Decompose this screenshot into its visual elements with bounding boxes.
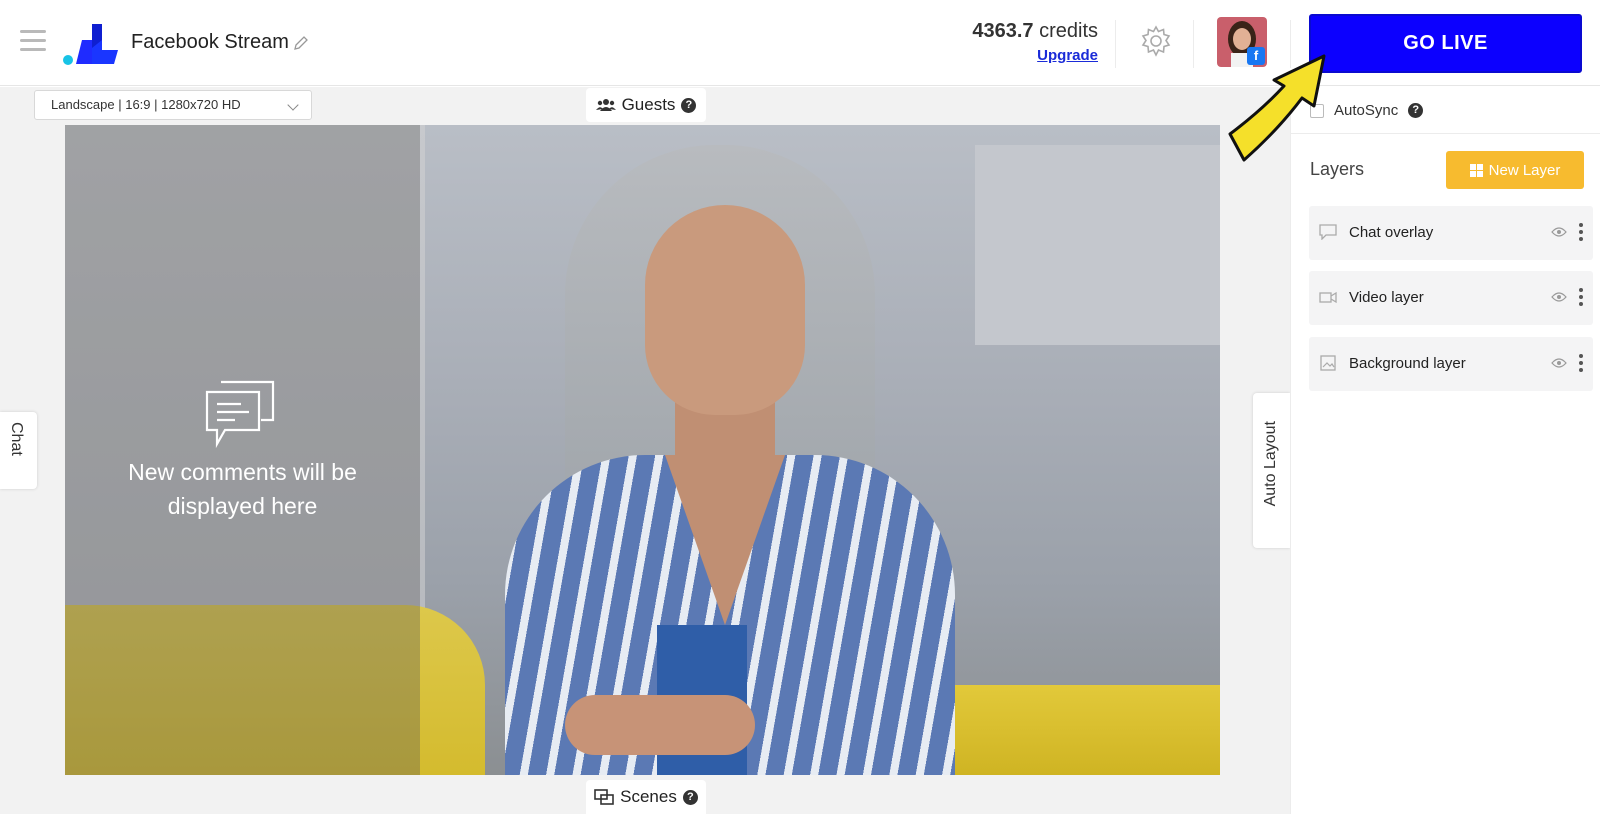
chat-bubbles-icon <box>205 380 275 449</box>
chat-tab-label: Chat <box>8 422 25 456</box>
layer-item-video[interactable]: Video layer <box>1309 271 1593 325</box>
layer-item-background[interactable]: Background layer <box>1309 337 1593 391</box>
help-icon[interactable]: ? <box>682 789 698 805</box>
help-icon[interactable]: ? <box>1408 103 1424 118</box>
divider <box>1193 20 1194 68</box>
chat-overlay-message-line: New comments will be <box>128 459 357 485</box>
chevron-down-icon <box>287 99 299 111</box>
scenes-icon <box>594 789 614 805</box>
credits-amount: 4363.7 <box>972 20 1034 42</box>
kebab-menu-icon[interactable] <box>1579 223 1583 243</box>
pencil-icon[interactable] <box>292 34 310 52</box>
right-panel <box>1290 87 1600 814</box>
chat-overlay-message: New comments will be displayed here <box>65 455 420 523</box>
users-icon <box>595 99 616 111</box>
gear-icon[interactable] <box>1139 24 1173 58</box>
divider <box>1115 20 1116 68</box>
chat-overlay-message-line: displayed here <box>167 493 318 519</box>
credits-label: credits <box>1039 20 1098 42</box>
credits-display: 4363.7 credits Upgrade <box>972 20 1098 65</box>
go-live-button[interactable]: GO LIVE <box>1309 14 1582 73</box>
resolution-select[interactable]: Landscape | 16:9 | 1280x720 HD <box>34 90 312 120</box>
eye-icon[interactable] <box>1551 291 1567 303</box>
new-layer-button[interactable]: New Layer <box>1446 151 1584 189</box>
annotation-arrow-icon <box>1228 54 1326 162</box>
upgrade-link[interactable]: Upgrade <box>1037 47 1098 64</box>
scenes-label: Scenes <box>620 787 677 806</box>
scenes-button[interactable]: Scenes ? <box>586 780 706 814</box>
presenter-hands <box>565 695 755 755</box>
guests-button[interactable]: Guests ? <box>586 88 706 122</box>
kebab-menu-icon[interactable] <box>1579 354 1583 374</box>
image-icon <box>1320 355 1336 371</box>
chat-tab[interactable]: Chat <box>0 412 37 489</box>
layer-name: Background layer <box>1349 355 1466 372</box>
eye-icon[interactable] <box>1551 357 1567 369</box>
autosync-label: AutoSync <box>1334 102 1399 119</box>
kebab-menu-icon[interactable] <box>1579 288 1583 308</box>
background-cabinet <box>975 145 1220 345</box>
auto-layout-label: Auto Layout <box>1262 421 1279 507</box>
chat-overlay-area[interactable]: New comments will be displayed here <box>65 125 420 775</box>
chat-icon <box>1319 224 1337 240</box>
presenter-face <box>645 205 805 415</box>
layer-name: Video layer <box>1349 289 1424 306</box>
layer-item-chat-overlay[interactable]: Chat overlay <box>1309 206 1593 260</box>
new-layer-label: New Layer <box>1488 161 1561 179</box>
eye-icon[interactable] <box>1551 226 1567 238</box>
menu-icon[interactable] <box>20 30 46 54</box>
video-icon <box>1319 291 1337 304</box>
app-logo <box>63 24 118 65</box>
top-bar: Facebook Stream 4363.7 credits Upgrade f… <box>0 0 1600 86</box>
layer-name: Chat overlay <box>1349 224 1434 241</box>
resolution-value: Landscape | 16:9 | 1280x720 HD <box>51 97 241 112</box>
help-icon[interactable]: ? <box>681 97 697 113</box>
auto-layout-tab[interactable]: Auto Layout <box>1253 393 1290 548</box>
stream-title[interactable]: Facebook Stream <box>131 31 289 54</box>
guests-label: Guests <box>621 95 676 114</box>
plus-icon <box>1469 163 1483 177</box>
